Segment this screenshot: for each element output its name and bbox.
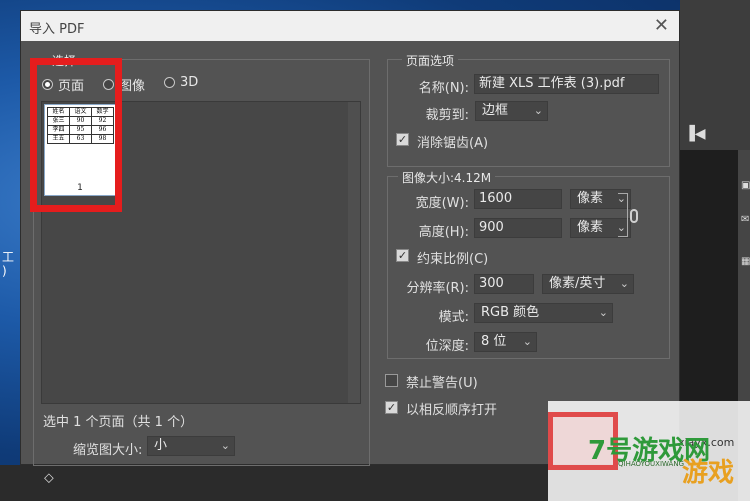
dialog-title: 导入 PDF [29, 22, 85, 37]
select-group-legend: 选择: [48, 52, 85, 69]
import-pdf-dialog: 导入 PDF ✕ 选择: 页面 图像 3D 姓名 语文 数学 张三 90 92 李四 95… [20, 10, 680, 466]
thumb-cell: 李四 [47, 125, 70, 135]
thumb-cell: 63 [69, 134, 92, 144]
thumb-size-value: 小 [154, 438, 168, 453]
thumb-size-select[interactable]: 小 ⌄ [147, 436, 235, 456]
resolution-unit-value: 像素/英寸 [549, 276, 606, 291]
chevron-down-icon: ⌄ [522, 335, 532, 348]
suppress-warnings-checkbox[interactable] [385, 374, 398, 387]
crop-label: 裁剪到: [425, 108, 469, 123]
thumbnail-page-number: 1 [77, 183, 83, 193]
page-options-legend: 页面选项 [402, 52, 459, 69]
thumb-cell: 张三 [47, 116, 70, 126]
radio-3d[interactable]: 3D [164, 75, 198, 90]
close-icon[interactable]: ✕ [654, 15, 669, 36]
thumb-cell: 姓名 [47, 107, 70, 117]
radio-image[interactable]: 图像 [103, 75, 145, 94]
preview-scrollbar[interactable] [348, 102, 360, 403]
chevron-down-icon: ⌄ [533, 104, 543, 117]
height-label: 高度(H): [418, 225, 469, 240]
mode-select[interactable]: RGB 颜色 ⌄ [474, 303, 613, 323]
reverse-order-label: 以相反顺序打开 [406, 403, 498, 418]
dialog-titlebar: 导入 PDF ✕ [21, 11, 679, 41]
thumb-cell: 92 [91, 116, 114, 126]
desktop-text-1: 工 [2, 250, 15, 264]
crop-select[interactable]: 边框 ⌄ [475, 101, 548, 121]
constrain-label: 约束比例(C) [417, 252, 489, 267]
resolution-label: 分辨率(R): [406, 281, 469, 296]
width-label: 宽度(W): [415, 196, 469, 211]
resolution-unit-select[interactable]: 像素/英寸 ⌄ [542, 274, 634, 294]
depth-select[interactable]: 8 位 ⌄ [474, 332, 537, 352]
ps-panel-icon-3[interactable]: ▦ [741, 256, 750, 267]
chevron-down-icon: ⌄ [619, 277, 629, 290]
ps-tool-icon[interactable]: ⬦ [44, 470, 54, 486]
depth-value: 8 位 [481, 334, 507, 349]
thumb-cell: 数学 [91, 107, 114, 117]
thumb-cell: 90 [69, 116, 92, 126]
radio-image-label: 图像 [119, 79, 146, 94]
page-preview-list[interactable]: 姓名 语文 数学 张三 90 92 李四 95 96 王五 63 98 1 [41, 101, 361, 404]
thumb-size-label: 缩览图大小: [73, 443, 143, 458]
thumb-cell: 95 [69, 125, 92, 135]
width-field[interactable]: 1600 [474, 189, 562, 209]
page-thumbnail[interactable]: 姓名 语文 数学 张三 90 92 李四 95 96 王五 63 98 1 [44, 104, 116, 196]
radio-page[interactable]: 页面 [42, 75, 84, 94]
desktop-text-2: ) [2, 264, 7, 278]
name-label: 名称(N): [418, 81, 469, 96]
radio-3d-indicator [164, 77, 175, 88]
chevron-down-icon: ⌄ [220, 439, 230, 452]
suppress-warnings-label: 禁止警告(U) [406, 376, 478, 391]
thumb-cell: 96 [91, 125, 114, 135]
mode-label: 模式: [438, 310, 469, 325]
image-size-legend: 图像大小:4.12M [398, 169, 496, 186]
resolution-field[interactable]: 300 [474, 274, 534, 294]
height-unit-value: 像素 [577, 220, 604, 235]
thumb-cell: 语文 [69, 107, 92, 117]
chevron-down-icon: ⌄ [598, 306, 608, 319]
ps-panel-icon-2[interactable]: ✉ [741, 214, 749, 225]
radio-page-label: 页面 [58, 79, 85, 94]
thumb-cell: 王五 [47, 134, 70, 144]
radio-3d-label: 3D [180, 75, 199, 90]
link-bracket [618, 193, 628, 237]
crop-value: 边框 [482, 103, 509, 118]
thumb-cell: 98 [91, 134, 114, 144]
constrain-checkbox[interactable]: ✓ [396, 249, 409, 262]
ps-toolbar-icon[interactable]: ▐◀ [684, 126, 706, 142]
mode-value: RGB 颜色 [481, 305, 540, 320]
width-unit-value: 像素 [577, 191, 604, 206]
selection-status: 选中 1 个页面（共 1 个） [43, 415, 194, 430]
depth-label: 位深度: [425, 339, 469, 354]
ps-panel-icon-1[interactable]: ▣ [741, 180, 750, 191]
thumbnail-table: 姓名 语文 数学 张三 90 92 李四 95 96 王五 63 98 [47, 107, 114, 144]
radio-page-indicator [42, 79, 53, 90]
radio-image-indicator [103, 79, 114, 90]
chain-link-icon[interactable] [630, 209, 638, 223]
antialias-label: 消除锯齿(A) [417, 136, 489, 151]
name-field[interactable]: 新建 XLS 工作表 (3).pdf [474, 74, 659, 94]
watermark-subtext: QIHAOYOUXIWANG [618, 460, 685, 468]
antialias-checkbox[interactable]: ✓ [396, 133, 409, 146]
watermark-game-text: 游戏 [682, 458, 735, 488]
reverse-order-checkbox[interactable]: ✓ [385, 401, 398, 414]
height-field[interactable]: 900 [474, 218, 562, 238]
